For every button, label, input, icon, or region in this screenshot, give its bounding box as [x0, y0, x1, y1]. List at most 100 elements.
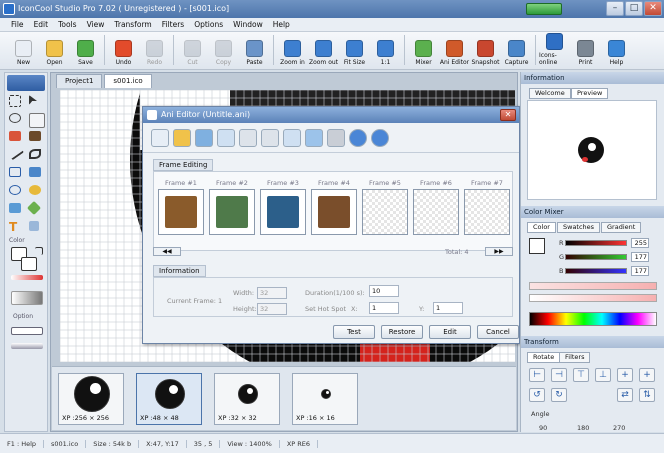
restore-button[interactable]: Restore — [381, 325, 423, 339]
open-frame-icon[interactable] — [173, 129, 191, 147]
test-button[interactable]: Test — [333, 325, 375, 339]
menu-file[interactable]: File — [6, 20, 29, 29]
lasso-icon[interactable] — [9, 113, 21, 123]
frames-scroll-right[interactable]: ▶▶ — [485, 247, 513, 256]
option-rect-icon[interactable] — [11, 327, 43, 335]
zoom-out-button[interactable]: Zoom out — [308, 32, 339, 68]
brush-icon[interactable] — [29, 131, 41, 141]
cancel-button[interactable]: Cancel — [477, 325, 519, 339]
menu-tools[interactable]: Tools — [53, 20, 81, 29]
register-button[interactable] — [526, 3, 562, 15]
text-tool-icon[interactable]: T — [9, 221, 25, 236]
zoom-in-button[interactable]: Zoom in — [277, 32, 308, 68]
width-field[interactable]: 32 — [257, 287, 287, 299]
fill-bucket-icon[interactable] — [9, 203, 21, 213]
menu-edit[interactable]: Edit — [29, 20, 54, 29]
copy-button[interactable]: Copy — [208, 32, 239, 68]
minimize-button[interactable]: – — [606, 1, 624, 16]
magic-wand-icon[interactable] — [29, 113, 45, 128]
frame-slot[interactable] — [158, 189, 204, 235]
mixer-button[interactable]: Mixer — [408, 32, 439, 68]
select-rect-icon[interactable] — [9, 95, 21, 107]
blue-value[interactable]: 177 — [631, 266, 649, 276]
close-button[interactable]: ✕ — [644, 1, 662, 16]
angle-180[interactable]: 180 — [577, 424, 589, 432]
cut-button[interactable]: Cut — [177, 32, 208, 68]
undo-button[interactable]: Undo — [108, 32, 139, 68]
mirror-icon[interactable]: ⇅ — [639, 388, 655, 402]
filled-rectangle-icon[interactable] — [29, 167, 41, 177]
move-left-icon[interactable] — [349, 129, 367, 147]
capture-button[interactable]: Capture — [501, 32, 532, 68]
dialog-close-button[interactable]: ✕ — [500, 109, 516, 121]
help-button[interactable]: Help — [601, 32, 632, 68]
swap-colors-icon[interactable] — [35, 247, 43, 255]
menu-filters[interactable]: Filters — [157, 20, 189, 29]
frame-slot[interactable] — [311, 189, 357, 235]
icons-online-button[interactable]: Icons-online — [539, 32, 570, 68]
icon-format-thumb[interactable]: XP :256 × 256 — [58, 373, 124, 425]
tab-rotate[interactable]: Rotate — [527, 352, 561, 363]
red-slider[interactable] — [565, 240, 627, 246]
1-1-button[interactable]: 1:1 — [370, 32, 401, 68]
hotspot-y-field[interactable]: 1 — [433, 302, 463, 314]
expand-icon[interactable]: + — [617, 368, 633, 382]
height-field[interactable]: 32 — [257, 303, 287, 315]
menu-options[interactable]: Options — [189, 20, 228, 29]
color-bar-light[interactable] — [529, 282, 657, 290]
menu-help[interactable]: Help — [268, 20, 295, 29]
icon-format-thumb[interactable]: XP :32 × 32 — [214, 373, 280, 425]
redo-button[interactable]: Redo — [139, 32, 170, 68]
color-bar-tint[interactable] — [529, 294, 657, 302]
doc-tab-project1[interactable]: Project1 — [56, 74, 103, 88]
icon-format-thumb[interactable]: XP :48 × 48 — [136, 373, 202, 425]
curve-icon[interactable] — [29, 149, 41, 159]
tab-filters[interactable]: Filters — [559, 352, 591, 363]
duration-field[interactable]: 10 — [369, 285, 399, 297]
blue-slider[interactable] — [565, 268, 627, 274]
add-frame-icon[interactable] — [217, 129, 235, 147]
menu-view[interactable]: View — [82, 20, 110, 29]
tab-color[interactable]: Color — [527, 222, 556, 233]
option-line-icon[interactable] — [11, 343, 43, 349]
print-button[interactable]: Print — [570, 32, 601, 68]
tab-welcome[interactable]: Welcome — [529, 88, 571, 99]
paste-frame-icon[interactable] — [283, 129, 301, 147]
paste-button[interactable]: Paste — [239, 32, 270, 68]
green-value[interactable]: 177 — [631, 252, 649, 262]
frame-slot[interactable] — [362, 189, 408, 235]
maximize-button[interactable]: □ — [625, 1, 643, 16]
snapshot-button[interactable]: Snapshot — [470, 32, 501, 68]
open-button[interactable]: Open — [39, 32, 70, 68]
menu-window[interactable]: Window — [228, 20, 268, 29]
frame-slot[interactable] — [464, 189, 510, 235]
play-icon[interactable] — [305, 129, 323, 147]
shrink-icon[interactable]: + — [639, 368, 655, 382]
ellipse-icon[interactable] — [9, 185, 21, 195]
align-right-icon[interactable]: ⊣ — [551, 368, 567, 382]
align-bottom-icon[interactable]: ⊥ — [595, 368, 611, 382]
angle-90[interactable]: 90 — [539, 424, 547, 432]
red-value[interactable]: 255 — [631, 238, 649, 248]
new-frame-icon[interactable] — [151, 129, 169, 147]
new-button[interactable]: New — [8, 32, 39, 68]
frame-slot[interactable] — [260, 189, 306, 235]
tab-gradient[interactable]: Gradient — [601, 222, 642, 233]
delete-frame-icon[interactable] — [327, 129, 345, 147]
flip-icon[interactable]: ⇄ — [617, 388, 633, 402]
pointer-icon[interactable] — [29, 95, 37, 105]
angle-270[interactable]: 270 — [613, 424, 625, 432]
background-color[interactable] — [21, 257, 37, 271]
insert-frame-icon[interactable] — [239, 129, 257, 147]
doc-tab-s001-ico[interactable]: s001.ico — [104, 74, 152, 88]
current-color-swatch[interactable] — [529, 238, 545, 254]
eyedropper-icon[interactable] — [26, 200, 42, 216]
icon-format-thumb[interactable]: XP :16 × 16 — [292, 373, 358, 425]
align-top-icon[interactable]: ⊤ — [573, 368, 589, 382]
ani-editor-button[interactable]: Ani Editor — [439, 32, 470, 68]
menu-transform[interactable]: Transform — [109, 20, 156, 29]
align-left-icon[interactable]: ⊢ — [529, 368, 545, 382]
filled-ellipse-icon[interactable] — [29, 185, 41, 195]
save-button[interactable]: Save — [70, 32, 101, 68]
tab-swatches[interactable]: Swatches — [557, 222, 601, 233]
